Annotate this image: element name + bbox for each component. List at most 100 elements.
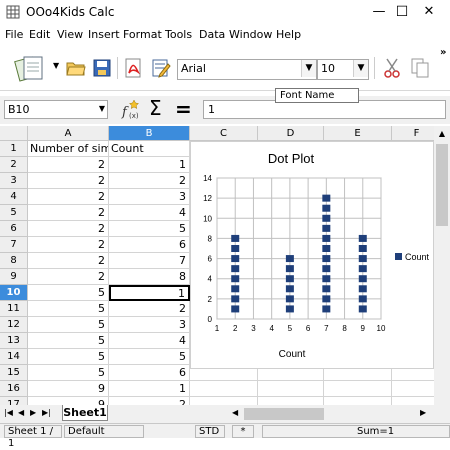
data-point[interactable] bbox=[358, 305, 367, 313]
open-folder-icon[interactable] bbox=[66, 59, 86, 77]
cell-a10[interactable]: 5 bbox=[28, 285, 109, 301]
row-header[interactable]: 8 bbox=[0, 253, 28, 269]
data-point[interactable] bbox=[322, 245, 331, 252]
data-point[interactable] bbox=[322, 285, 331, 293]
next-sheet-icon[interactable]: ▶ bbox=[30, 408, 36, 417]
chevron-down-icon[interactable]: ▼ bbox=[301, 60, 316, 77]
menu-data[interactable]: Data bbox=[199, 28, 225, 41]
cell-b3[interactable]: 2 bbox=[109, 173, 190, 189]
data-point[interactable] bbox=[285, 265, 294, 273]
menu-file[interactable]: File bbox=[5, 28, 23, 41]
close-button[interactable]: ✕ bbox=[406, 0, 450, 24]
column-header-b[interactable]: B bbox=[109, 126, 190, 141]
cell-a1[interactable]: Number of simil bbox=[28, 141, 109, 157]
cell-b5[interactable]: 4 bbox=[109, 205, 190, 221]
sum-icon[interactable]: Σ bbox=[149, 96, 162, 120]
vertical-scrollbar[interactable]: ▲ bbox=[434, 126, 450, 405]
scroll-right-icon[interactable]: ▶ bbox=[420, 408, 426, 417]
status-page-style[interactable]: Default bbox=[64, 425, 144, 438]
menu-help[interactable]: Help bbox=[276, 28, 301, 41]
cell-a4[interactable]: 2 bbox=[28, 189, 109, 205]
data-point[interactable] bbox=[358, 255, 367, 263]
data-point[interactable] bbox=[358, 234, 367, 242]
data-point[interactable] bbox=[231, 245, 240, 252]
cell-c17[interactable] bbox=[190, 397, 258, 405]
data-point[interactable] bbox=[285, 275, 294, 283]
cell-b17[interactable]: 2 bbox=[109, 397, 190, 405]
cell-a9[interactable]: 2 bbox=[28, 269, 109, 285]
vertical-scroll-thumb[interactable] bbox=[436, 144, 448, 226]
cell-b10[interactable]: 1 bbox=[109, 285, 190, 301]
cell-b6[interactable]: 5 bbox=[109, 221, 190, 237]
row-header[interactable]: 11 bbox=[0, 301, 28, 317]
cell-d16[interactable] bbox=[258, 381, 324, 397]
function-wizard-icon[interactable]: f (x) bbox=[120, 99, 144, 121]
row-header[interactable]: 2 bbox=[0, 157, 28, 173]
menu-insert[interactable]: Insert bbox=[88, 28, 120, 41]
data-point[interactable] bbox=[322, 295, 331, 303]
cell-a2[interactable]: 2 bbox=[28, 157, 109, 173]
cell-a6[interactable]: 2 bbox=[28, 221, 109, 237]
scroll-left-icon[interactable]: ◀ bbox=[232, 408, 238, 417]
cell-a7[interactable]: 2 bbox=[28, 237, 109, 253]
data-point[interactable] bbox=[285, 305, 294, 313]
cell-a8[interactable]: 2 bbox=[28, 253, 109, 269]
data-point[interactable] bbox=[285, 255, 294, 263]
data-point[interactable] bbox=[231, 234, 240, 242]
data-point[interactable] bbox=[322, 255, 331, 263]
cut-icon[interactable] bbox=[382, 57, 402, 79]
cell-b14[interactable]: 5 bbox=[109, 349, 190, 365]
data-point[interactable] bbox=[231, 265, 240, 273]
cell-e17[interactable] bbox=[324, 397, 392, 405]
cell-b7[interactable]: 6 bbox=[109, 237, 190, 253]
chevron-down-icon[interactable]: ▼ bbox=[99, 104, 105, 113]
cell-b2[interactable]: 1 bbox=[109, 157, 190, 173]
status-selection-mode[interactable]: STD bbox=[195, 425, 225, 438]
row-header[interactable]: 10 bbox=[0, 285, 28, 301]
cell-b16[interactable]: 1 bbox=[109, 381, 190, 397]
row-header[interactable]: 12 bbox=[0, 317, 28, 333]
horizontal-scroll-thumb[interactable] bbox=[244, 408, 324, 420]
chart-dot-plot[interactable]: Dot Plot Count 0 2 4 6 8 10 12 14 1 2 3 4 5 6 7 8 9 10 Co… bbox=[190, 141, 434, 369]
data-point[interactable] bbox=[358, 295, 367, 303]
row-header[interactable]: 17 bbox=[0, 397, 28, 405]
data-point[interactable] bbox=[358, 285, 367, 293]
data-point[interactable] bbox=[322, 214, 331, 222]
cell-b8[interactable]: 7 bbox=[109, 253, 190, 269]
data-point[interactable] bbox=[358, 245, 367, 252]
row-header[interactable]: 15 bbox=[0, 365, 28, 381]
data-point[interactable] bbox=[231, 275, 240, 283]
cell-b13[interactable]: 4 bbox=[109, 333, 190, 349]
toolbar-overflow-icon[interactable]: » bbox=[440, 47, 446, 58]
data-point[interactable] bbox=[322, 275, 331, 283]
cell-b12[interactable]: 3 bbox=[109, 317, 190, 333]
font-name-combo[interactable]: Arial ▼ bbox=[177, 59, 317, 80]
data-point[interactable] bbox=[358, 265, 367, 273]
row-header[interactable]: 13 bbox=[0, 333, 28, 349]
data-point[interactable] bbox=[322, 305, 331, 313]
row-header[interactable]: 7 bbox=[0, 237, 28, 253]
cell-f16[interactable] bbox=[392, 381, 434, 397]
last-sheet-icon[interactable]: ▶| bbox=[42, 408, 51, 417]
cell-a11[interactable]: 5 bbox=[28, 301, 109, 317]
cell-a14[interactable]: 5 bbox=[28, 349, 109, 365]
data-point[interactable] bbox=[285, 295, 294, 303]
scroll-up-icon[interactable]: ▲ bbox=[436, 128, 448, 140]
cell-b4[interactable]: 3 bbox=[109, 189, 190, 205]
row-header[interactable]: 16 bbox=[0, 381, 28, 397]
data-point[interactable] bbox=[231, 285, 240, 293]
data-point[interactable] bbox=[322, 224, 331, 232]
row-header[interactable]: 5 bbox=[0, 205, 28, 221]
edit-file-icon[interactable] bbox=[151, 58, 171, 78]
save-icon[interactable] bbox=[93, 59, 111, 77]
row-header[interactable]: 6 bbox=[0, 221, 28, 237]
cell-f17[interactable] bbox=[392, 397, 434, 405]
first-sheet-icon[interactable]: |◀ bbox=[4, 408, 13, 417]
row-header[interactable]: 9 bbox=[0, 269, 28, 285]
row-header[interactable]: 14 bbox=[0, 349, 28, 365]
cell-b15[interactable]: 6 bbox=[109, 365, 190, 381]
cell-a3[interactable]: 2 bbox=[28, 173, 109, 189]
new-dropdown-icon[interactable]: ▼ bbox=[53, 61, 59, 70]
chevron-down-icon[interactable]: ▼ bbox=[353, 60, 368, 77]
data-point[interactable] bbox=[322, 265, 331, 273]
